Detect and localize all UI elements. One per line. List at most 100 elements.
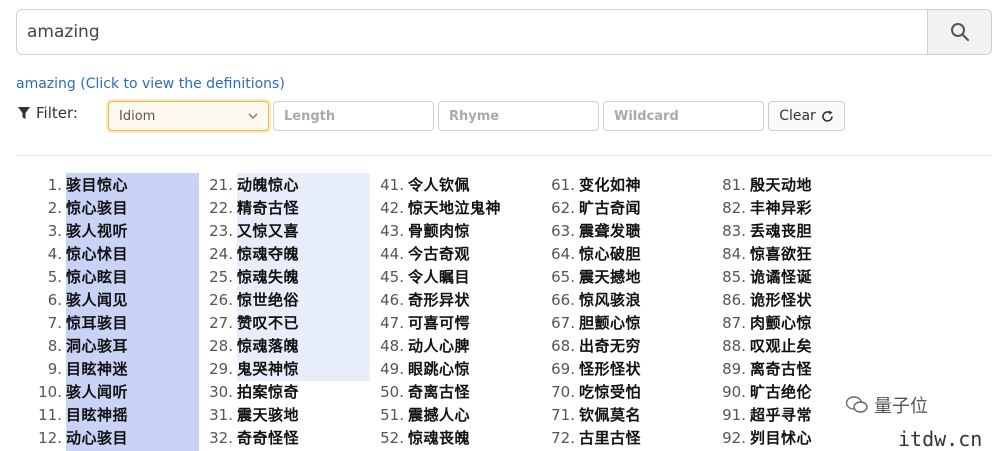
result-item[interactable]: 63. 震聋发聩 bbox=[529, 219, 641, 242]
result-word[interactable]: 骇人闻见 bbox=[66, 289, 128, 310]
result-word[interactable]: 诡谲怪诞 bbox=[750, 266, 812, 287]
result-word[interactable]: 震天骇地 bbox=[237, 404, 299, 425]
result-item[interactable]: 29. 鬼哭神惊 bbox=[187, 357, 299, 380]
result-word[interactable]: 胆颤心惊 bbox=[579, 312, 641, 333]
result-word[interactable]: 超乎寻常 bbox=[750, 404, 812, 425]
result-word[interactable]: 又惊又喜 bbox=[237, 220, 299, 241]
definitions-link[interactable]: amazing (Click to view the definitions) bbox=[16, 76, 285, 92]
result-word[interactable]: 惊心怵目 bbox=[66, 243, 128, 264]
result-item[interactable]: 45. 令人瞩目 bbox=[358, 265, 501, 288]
result-item[interactable]: 23. 又惊又喜 bbox=[187, 219, 299, 242]
result-word[interactable]: 怪形怪状 bbox=[579, 358, 641, 379]
result-item[interactable]: 32. 奇奇怪怪 bbox=[187, 426, 299, 449]
rhyme-field[interactable]: Rhyme bbox=[438, 101, 599, 131]
result-item[interactable]: 69. 怪形怪状 bbox=[529, 357, 641, 380]
result-item[interactable]: 46. 奇形异状 bbox=[358, 288, 501, 311]
result-item[interactable]: 65. 震天撼地 bbox=[529, 265, 641, 288]
result-item[interactable]: 84. 惊喜欲狂 bbox=[700, 242, 812, 265]
result-word[interactable]: 令人钦佩 bbox=[408, 174, 470, 195]
result-word[interactable]: 惊魂落魄 bbox=[237, 335, 299, 356]
result-item[interactable]: 28. 惊魂落魄 bbox=[187, 334, 299, 357]
result-word[interactable]: 震撼人心 bbox=[408, 404, 470, 425]
length-field[interactable]: Length bbox=[273, 101, 434, 131]
result-item[interactable]: 31. 震天骇地 bbox=[187, 403, 299, 426]
result-item[interactable]: 52. 惊魂丧魄 bbox=[358, 426, 501, 449]
result-word[interactable]: 惊心骇目 bbox=[66, 197, 128, 218]
result-item[interactable]: 30. 拍案惊奇 bbox=[187, 380, 299, 403]
result-item[interactable]: 51. 震撼人心 bbox=[358, 403, 501, 426]
result-item[interactable]: 8. 洞心骇耳 bbox=[16, 334, 128, 357]
result-item[interactable]: 41. 令人钦佩 bbox=[358, 173, 501, 196]
result-word[interactable]: 旷古绝伦 bbox=[750, 381, 812, 402]
result-word[interactable]: 动魄惊心 bbox=[237, 174, 299, 195]
result-item[interactable]: 67. 胆颤心惊 bbox=[529, 311, 641, 334]
result-item[interactable]: 87. 肉颤心惊 bbox=[700, 311, 812, 334]
result-item[interactable]: 42. 惊天地泣鬼神 bbox=[358, 196, 501, 219]
result-word[interactable]: 精奇古怪 bbox=[237, 197, 299, 218]
result-word[interactable]: 惊心眩目 bbox=[66, 266, 128, 287]
result-word[interactable]: 丢魂丧胆 bbox=[750, 220, 812, 241]
result-item[interactable]: 12. 动心骇目 bbox=[16, 426, 128, 449]
result-item[interactable]: 1. 骇目惊心 bbox=[16, 173, 128, 196]
result-word[interactable]: 奇形异状 bbox=[408, 289, 470, 310]
result-word[interactable]: 离奇古怪 bbox=[750, 358, 812, 379]
result-item[interactable]: 91. 超乎寻常 bbox=[700, 403, 812, 426]
result-word[interactable]: 动心骇目 bbox=[66, 427, 128, 448]
result-word[interactable]: 目眩神迷 bbox=[66, 358, 128, 379]
result-item[interactable]: 72. 古里古怪 bbox=[529, 426, 641, 449]
result-word[interactable]: 惊魂丧魄 bbox=[408, 427, 470, 448]
result-word[interactable]: 赞叹不已 bbox=[237, 312, 299, 333]
result-word[interactable]: 可喜可愕 bbox=[408, 312, 470, 333]
result-item[interactable]: 50. 奇离古怪 bbox=[358, 380, 501, 403]
result-word[interactable]: 惊风骇浪 bbox=[579, 289, 641, 310]
result-word[interactable]: 惊耳骇目 bbox=[66, 312, 128, 333]
result-word[interactable]: 惊天地泣鬼神 bbox=[408, 197, 501, 218]
result-item[interactable]: 89. 离奇古怪 bbox=[700, 357, 812, 380]
result-word[interactable]: 洞心骇耳 bbox=[66, 335, 128, 356]
result-word[interactable]: 肉颤心惊 bbox=[750, 312, 812, 333]
result-item[interactable]: 86. 诡形怪状 bbox=[700, 288, 812, 311]
result-word[interactable]: 骇目惊心 bbox=[66, 174, 128, 195]
result-word[interactable]: 眼跳心惊 bbox=[408, 358, 470, 379]
result-item[interactable]: 2. 惊心骇目 bbox=[16, 196, 128, 219]
result-word[interactable]: 震天撼地 bbox=[579, 266, 641, 287]
result-item[interactable]: 85. 诡谲怪诞 bbox=[700, 265, 812, 288]
result-word[interactable]: 吃惊受怕 bbox=[579, 381, 641, 402]
result-item[interactable]: 82. 丰神异彩 bbox=[700, 196, 812, 219]
result-item[interactable]: 92. 刿目怵心 bbox=[700, 426, 812, 449]
result-word[interactable]: 殷天动地 bbox=[750, 174, 812, 195]
result-item[interactable]: 22. 精奇古怪 bbox=[187, 196, 299, 219]
result-item[interactable]: 81. 殷天动地 bbox=[700, 173, 812, 196]
result-item[interactable]: 64. 惊心破胆 bbox=[529, 242, 641, 265]
result-word[interactable]: 惊喜欲狂 bbox=[750, 243, 812, 264]
clear-button[interactable]: Clear bbox=[768, 101, 845, 131]
result-item[interactable]: 71. 钦佩莫名 bbox=[529, 403, 641, 426]
search-button[interactable] bbox=[927, 10, 991, 54]
result-word[interactable]: 拍案惊奇 bbox=[237, 381, 299, 402]
result-word[interactable]: 奇离古怪 bbox=[408, 381, 470, 402]
result-word[interactable]: 惊魂失魄 bbox=[237, 266, 299, 287]
result-word[interactable]: 今古奇观 bbox=[408, 243, 470, 264]
result-word[interactable]: 惊魂夺魄 bbox=[237, 243, 299, 264]
result-word[interactable]: 鬼哭神惊 bbox=[237, 358, 299, 379]
result-item[interactable]: 24. 惊魂夺魄 bbox=[187, 242, 299, 265]
result-word[interactable]: 令人瞩目 bbox=[408, 266, 470, 287]
result-item[interactable]: 25. 惊魂失魄 bbox=[187, 265, 299, 288]
result-word[interactable]: 骨颤肉惊 bbox=[408, 220, 470, 241]
result-item[interactable]: 61. 变化如神 bbox=[529, 173, 641, 196]
result-item[interactable]: 21. 动魄惊心 bbox=[187, 173, 299, 196]
result-item[interactable]: 44. 今古奇观 bbox=[358, 242, 501, 265]
result-word[interactable]: 古里古怪 bbox=[579, 427, 641, 448]
search-input[interactable] bbox=[17, 10, 927, 54]
type-select[interactable]: Idiom bbox=[108, 101, 269, 131]
result-item[interactable]: 4. 惊心怵目 bbox=[16, 242, 128, 265]
result-word[interactable]: 骇人闻听 bbox=[66, 381, 128, 402]
result-item[interactable]: 83. 丢魂丧胆 bbox=[700, 219, 812, 242]
result-item[interactable]: 70. 吃惊受怕 bbox=[529, 380, 641, 403]
result-item[interactable]: 27. 赞叹不已 bbox=[187, 311, 299, 334]
result-word[interactable]: 惊世绝俗 bbox=[237, 289, 299, 310]
result-item[interactable]: 10. 骇人闻听 bbox=[16, 380, 128, 403]
result-word[interactable]: 骇人视听 bbox=[66, 220, 128, 241]
result-item[interactable]: 7. 惊耳骇目 bbox=[16, 311, 128, 334]
result-word[interactable]: 震聋发聩 bbox=[579, 220, 641, 241]
